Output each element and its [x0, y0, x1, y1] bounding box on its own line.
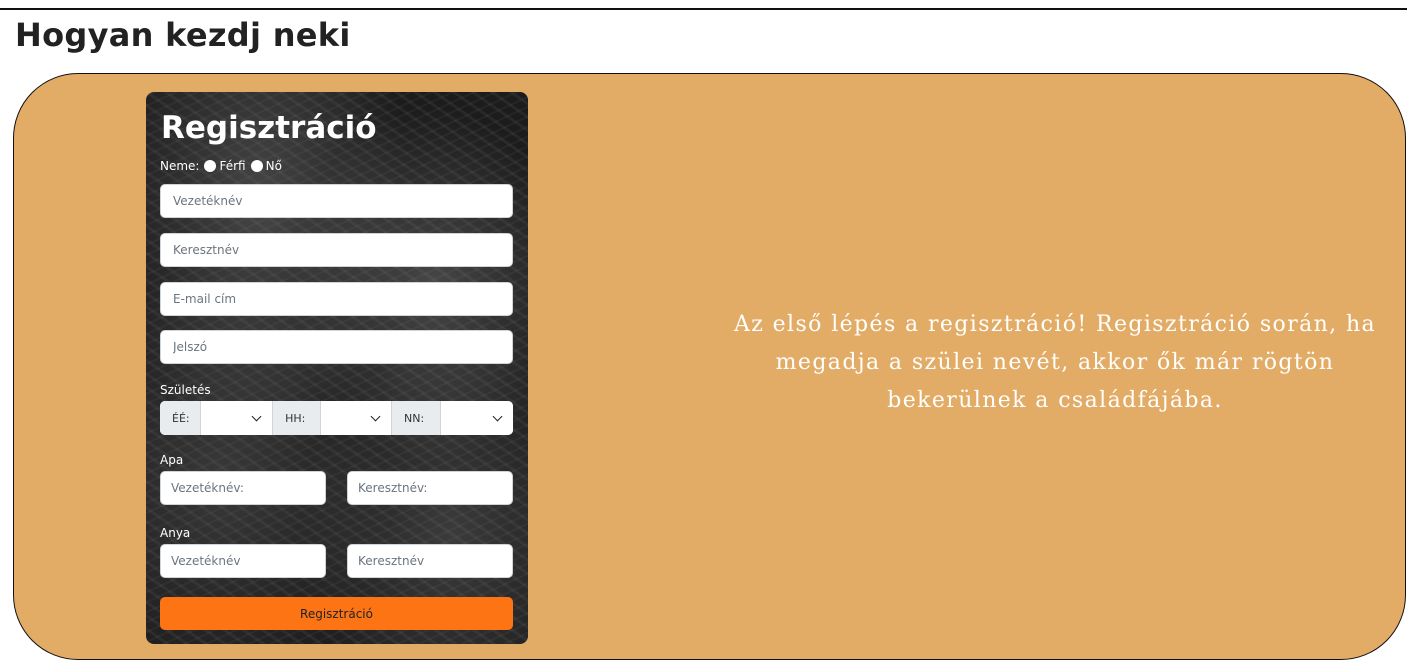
- registration-card: Regisztráció Neme: Férfi Nő Születés ÉÉ:…: [146, 92, 528, 644]
- register-button[interactable]: Regisztráció: [160, 597, 513, 630]
- gender-row: Neme: Férfi Nő: [160, 159, 282, 173]
- birth-month-prefix: HH:: [273, 401, 321, 435]
- father-first-name-input[interactable]: [347, 471, 513, 505]
- chevron-down-icon: [370, 411, 381, 421]
- gender-option-female: Nő: [265, 159, 282, 173]
- birth-label: Születés: [160, 383, 211, 397]
- birth-month-select[interactable]: [320, 401, 393, 435]
- birth-day-prefix: NN:: [392, 401, 441, 435]
- birth-year-select[interactable]: [200, 401, 274, 435]
- email-input[interactable]: [160, 282, 513, 316]
- father-label: Apa: [160, 453, 184, 467]
- chevron-down-icon: [251, 411, 262, 421]
- father-last-name-input[interactable]: [160, 471, 326, 505]
- password-input[interactable]: [160, 330, 513, 364]
- mother-first-name-input[interactable]: [347, 544, 513, 578]
- mother-label: Anya: [160, 526, 191, 540]
- gender-radio-male[interactable]: [204, 160, 217, 172]
- gender-label: Neme:: [160, 159, 200, 173]
- mother-last-name-input[interactable]: [160, 544, 326, 578]
- last-name-input[interactable]: [160, 184, 513, 218]
- intro-text: Az első lépés a regisztráció! Regisztrác…: [733, 312, 1377, 413]
- gender-radio-female[interactable]: [250, 160, 263, 172]
- first-name-input[interactable]: [160, 233, 513, 267]
- top-divider: [0, 8, 1407, 10]
- registration-title: Regisztráció: [161, 110, 377, 146]
- chevron-down-icon: [492, 411, 503, 421]
- birth-day-select[interactable]: [440, 401, 513, 435]
- birth-year-prefix: ÉÉ:: [160, 401, 201, 435]
- section-heading: Hogyan kezdj neki: [15, 16, 351, 54]
- gender-option-male: Férfi: [219, 159, 246, 173]
- birth-date-group: ÉÉ: HH: NN:: [160, 401, 513, 435]
